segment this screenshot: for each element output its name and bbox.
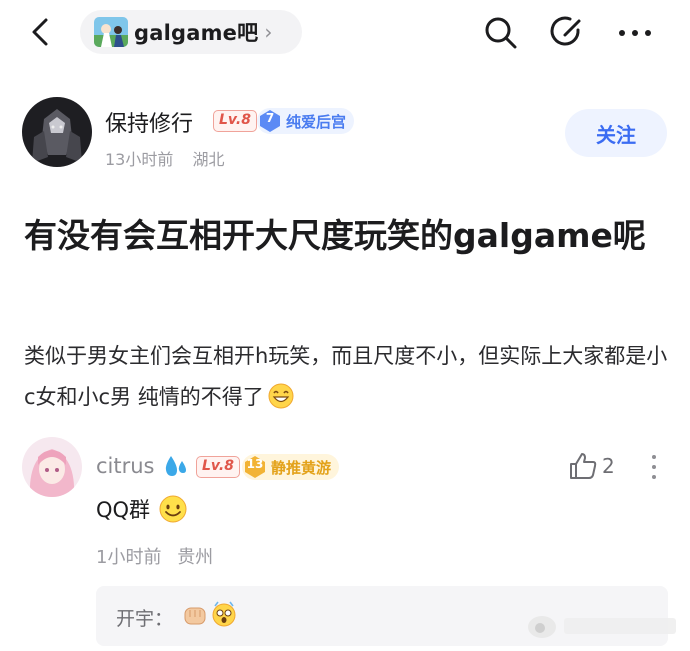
- like-count: 2: [602, 454, 615, 478]
- post-body: 类似于男女主们会互相开h玩笑，而且尺度不小，但实际上大家都是小c女和小c男 纯情…: [24, 336, 674, 418]
- comment-more-icon[interactable]: [650, 452, 658, 482]
- forum-chip[interactable]: galgame吧 ›: [80, 10, 302, 54]
- watermark-logo: [528, 616, 676, 638]
- reply-author[interactable]: 开宇：: [116, 604, 173, 631]
- fan-level-gem-icon: 13: [243, 455, 267, 479]
- author-avatar[interactable]: [22, 97, 92, 167]
- chevron-right-icon: ›: [264, 20, 273, 44]
- follow-button[interactable]: 关注: [565, 109, 667, 157]
- comment-time: 1小时前: [96, 547, 162, 568]
- edit-icon[interactable]: [548, 14, 586, 52]
- comment-location: 贵州: [177, 547, 214, 568]
- comment-meta: 1小时前 贵州: [96, 543, 213, 569]
- more-icon[interactable]: [615, 18, 655, 48]
- water-drop-icon: [165, 456, 186, 476]
- fan-title: 纯爱后宫: [286, 112, 347, 131]
- search-icon[interactable]: [482, 14, 520, 52]
- post-meta: 13小时前 湖北: [105, 146, 224, 170]
- forum-avatar-icon: [94, 17, 128, 47]
- top-nav: galgame吧 ›: [0, 0, 690, 72]
- commenter-fan-level-number: 13: [246, 457, 264, 471]
- fan-level-gem-icon: 7: [258, 109, 282, 133]
- forum-name: galgame吧: [134, 21, 259, 45]
- author-name[interactable]: 保持修行: [105, 106, 193, 138]
- fan-badge: 7 纯爱后宫: [257, 108, 355, 134]
- comment-text-content: QQ群: [96, 498, 151, 522]
- grin-emoji-icon: [268, 383, 294, 409]
- post-location: 湖北: [192, 150, 225, 169]
- shocked-emoji-icon: [212, 601, 236, 627]
- commenter-avatar[interactable]: [22, 437, 82, 497]
- smile-emoji-icon: [159, 495, 187, 523]
- thumbs-up-icon[interactable]: [567, 450, 599, 482]
- post-title: 有没有会互相开大尺度玩笑的galgame呢: [24, 216, 646, 255]
- commenter-name[interactable]: citrus: [96, 454, 155, 478]
- commenter-fan-badge: 13 静推黄游: [242, 454, 340, 480]
- chevron-left-icon[interactable]: [24, 14, 60, 50]
- post-time: 13小时前: [105, 150, 174, 169]
- comment-text: QQ群: [96, 494, 188, 524]
- fan-level-number: 7: [265, 111, 275, 125]
- post-body-text: 类似于男女主们会互相开h玩笑，而且尺度不小，但实际上大家都是小c女和小c男 纯情…: [24, 344, 668, 409]
- commenter-level-badge: Lv.8: [196, 456, 240, 478]
- fist-emoji-icon: [184, 607, 206, 625]
- level-badge: Lv.8: [213, 110, 257, 132]
- commenter-fan-title: 静推黄游: [271, 458, 332, 477]
